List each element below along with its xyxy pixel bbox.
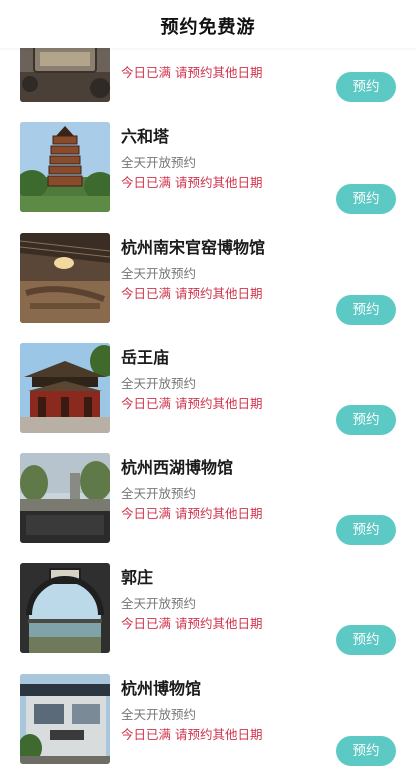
availability-status: 今日已满 请预约其他日期 <box>121 286 263 301</box>
venue-name: 杭州南宋官窑博物馆 <box>121 238 266 257</box>
book-button[interactable]: 预约 <box>336 405 396 435</box>
list-item[interactable]: 杭州南宋官窑博物馆 全天开放预约 今日已满 请预约其他日期 预约 <box>0 233 416 333</box>
availability-status: 今日已满 请预约其他日期 <box>121 616 263 631</box>
opening-hours: 全天开放预约 <box>121 707 197 722</box>
venue-name: 杭州西湖博物馆 <box>121 458 234 477</box>
availability-status: 今日已满 请预约其他日期 <box>121 506 263 521</box>
book-button[interactable]: 预约 <box>336 515 396 545</box>
venue-name: 杭州博物馆 <box>121 679 202 698</box>
book-button[interactable]: 预约 <box>336 184 396 214</box>
book-button[interactable]: 预约 <box>336 736 396 766</box>
availability-status: 今日已满 请预约其他日期 <box>121 65 263 80</box>
opening-hours: 全天开放预约 <box>121 155 197 170</box>
page-title: 预约免费游 <box>160 17 256 38</box>
opening-hours: 全天开放预约 <box>121 596 197 611</box>
opening-hours: 全天开放预约 <box>121 486 197 501</box>
list-item[interactable]: 岳王庙 全天开放预约 今日已满 请预约其他日期 预约 <box>0 343 416 443</box>
opening-hours: 全天开放预约 <box>121 376 197 391</box>
availability-status: 今日已满 请预约其他日期 <box>121 396 263 411</box>
venue-thumbnail[interactable] <box>20 453 110 543</box>
venue-thumbnail[interactable] <box>20 674 110 764</box>
venue-thumbnail[interactable] <box>20 122 110 212</box>
availability-status: 今日已满 请预约其他日期 <box>121 175 263 190</box>
availability-status: 今日已满 请预约其他日期 <box>121 727 263 742</box>
book-button[interactable]: 预约 <box>336 625 396 655</box>
list-item[interactable]: 杭州西湖博物馆 全天开放预约 今日已满 请预约其他日期 预约 <box>0 453 416 553</box>
book-button[interactable]: 预约 <box>336 295 396 325</box>
opening-hours: 全天开放预约 <box>121 266 197 281</box>
book-button[interactable]: 预约 <box>336 72 396 102</box>
list-item[interactable]: 郭庄 全天开放预约 今日已满 请预约其他日期 预约 <box>0 563 416 663</box>
venue-name: 六和塔 <box>121 127 170 146</box>
venue-thumbnail[interactable] <box>20 563 110 653</box>
venue-name: 郭庄 <box>121 568 154 587</box>
venue-thumbnail[interactable] <box>20 343 110 433</box>
venue-name: 岳王庙 <box>121 348 170 367</box>
list-item[interactable]: 杭州博物馆 全天开放预约 今日已满 请预约其他日期 预约 <box>0 674 416 774</box>
list-item[interactable]: 六和塔 全天开放预约 今日已满 请预约其他日期 预约 <box>0 122 416 222</box>
top-bar: 预约免费游 <box>0 0 416 48</box>
venue-thumbnail[interactable] <box>20 233 110 323</box>
venue-list: 今日已满 请预约其他日期 预约 六和塔 全天开放预约 今日已满 请预约其他日期 … <box>0 0 416 767</box>
